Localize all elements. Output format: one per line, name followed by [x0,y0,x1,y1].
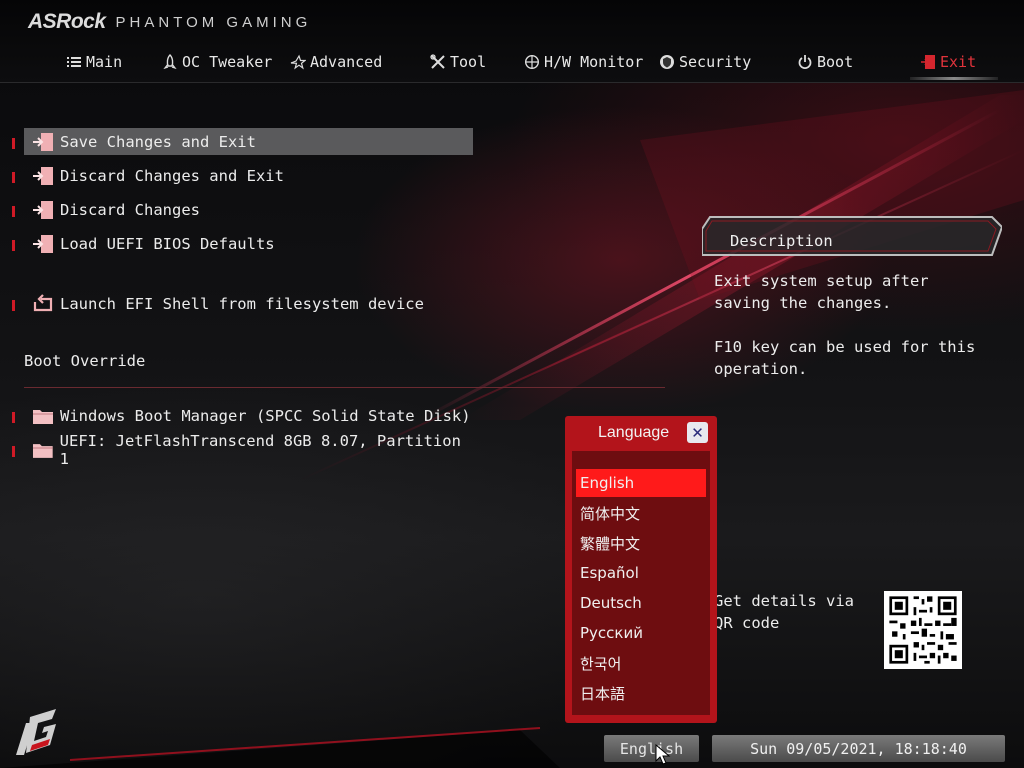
boot-override-heading: Boot Override [24,352,146,370]
row-marker [12,240,15,251]
description-text-1: Exit system setup after saving the chang… [714,272,929,312]
background [0,0,1024,768]
qr-caption: Get details via QR code [714,592,854,632]
boot-override-usb-item[interactable]: UEFI: JetFlashTranscend 8GB 8.07, Partit… [24,432,473,468]
language-option-german[interactable]: Deutsch [576,589,706,617]
menu-item-label: UEFI: JetFlashTranscend 8GB 8.07, Partit… [59,431,461,468]
rocket-icon [163,54,177,70]
language-dialog-title: Language [598,424,670,441]
description-text-2: F10 key can be used for this operation. [714,338,976,378]
tab-exit-label: Exit [940,53,977,71]
list-icon [67,57,81,67]
shield-icon [660,55,674,69]
folder-icon [32,443,53,458]
phantom-gaming-logo [16,709,56,755]
load-uefi-defaults-item[interactable]: Load UEFI BIOS Defaults [24,230,473,257]
menu-item-label: Windows Boot Manager (SPCC Solid State D… [60,406,471,425]
exit-door-icon [33,200,53,219]
discard-changes-and-exit-item[interactable]: Discard Changes and Exit [24,162,473,189]
tab-tool[interactable]: Tool [430,50,486,74]
discard-changes-item[interactable]: Discard Changes [24,196,473,223]
row-marker [12,446,15,457]
tab-main-label: Main [86,53,123,71]
tab-security-label: Security [679,53,752,71]
language-option-russian[interactable]: Русский [576,619,706,647]
tab-exit[interactable]: Exit [910,50,999,80]
menu-item-label: Discard Changes [60,200,200,219]
exit-icon [921,55,935,69]
tab-main[interactable]: Main [66,50,122,74]
close-icon: ✕ [691,423,704,442]
language-option-simplified-chinese[interactable]: 简体中文 [576,499,706,527]
boot-override-windows-item[interactable]: Windows Boot Manager (SPCC Solid State D… [24,402,473,429]
exit-door-icon [33,166,53,185]
menu-item-label: Save Changes and Exit [60,132,256,151]
tab-hw-monitor-label: H/W Monitor [544,53,644,71]
star-icon [290,54,306,70]
tools-icon [430,54,445,69]
row-marker [12,412,15,423]
brand-name: ASRock [28,10,106,33]
tab-advanced-label: Advanced [310,53,383,71]
active-tab-underline [910,77,999,80]
exit-door-icon [33,234,53,253]
power-icon [798,55,812,69]
description-title: Description [730,232,833,250]
save-changes-and-exit-item[interactable]: Save Changes and Exit [24,128,473,155]
language-option-english[interactable]: English [576,469,706,497]
tab-oc-tweaker-label: OC Tweaker [182,53,273,71]
mouse-cursor-icon [655,744,671,765]
top-bar: ASRock PHANTOM GAMING Main OC Tweaker Ad… [0,0,1024,83]
row-marker [12,206,15,217]
menu-item-label: Launch EFI Shell from filesystem device [60,294,424,313]
language-option-traditional-chinese[interactable]: 繁體中文 [576,529,706,557]
brand-subtitle: PHANTOM GAMING [115,13,312,31]
tab-advanced[interactable]: Advanced [290,50,382,74]
main-tabs: Main OC Tweaker Advanced Tool H/W Monito… [0,50,1024,80]
row-marker [12,138,15,149]
language-button[interactable]: English [604,735,699,762]
menu-item-label: Discard Changes and Exit [60,166,284,185]
row-marker [12,172,15,183]
tab-boot[interactable]: Boot [797,50,853,74]
menu-item-label: Load UEFI BIOS Defaults [60,234,275,253]
tab-oc-tweaker[interactable]: OC Tweaker [162,50,272,74]
close-button[interactable]: ✕ [687,422,708,443]
tab-security[interactable]: Security [659,50,751,74]
tab-boot-label: Boot [817,53,854,71]
loop-arrow-icon [33,293,53,311]
tab-hw-monitor[interactable]: H/W Monitor [524,50,643,74]
language-option-korean[interactable]: 한국어 [576,649,706,677]
tab-tool-label: Tool [450,53,487,71]
folder-icon [33,409,53,424]
row-marker [12,300,15,311]
language-option-japanese[interactable]: 日本語 [576,679,706,707]
launch-efi-shell-item[interactable]: Launch EFI Shell from filesystem device [24,290,473,317]
crosshair-icon [524,54,540,70]
language-option-spanish[interactable]: Español [576,559,706,587]
section-divider [24,387,665,388]
qr-code [884,591,962,669]
exit-door-icon [33,132,53,151]
asrock-logo: ASRock PHANTOM GAMING [28,10,311,34]
datetime-display: Sun 09/05/2021, 18:18:40 [712,735,1005,762]
